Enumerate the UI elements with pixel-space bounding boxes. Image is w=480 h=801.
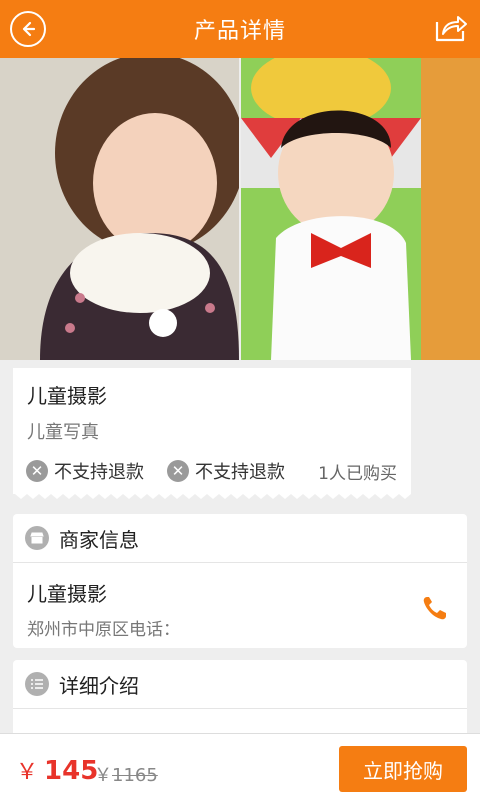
list-icon xyxy=(25,672,49,696)
product-summary-card: 儿童摄影 儿童写真 ✕ 不支持退款 ✕ 不支持退款 1人已购买 xyxy=(13,368,411,492)
no-refund-badge: ✕ 不支持退款 xyxy=(167,458,285,484)
purchase-count: 1人已购买 xyxy=(318,464,397,484)
current-price: ￥ 145 xyxy=(16,754,98,786)
product-subtitle: 儿童写真 xyxy=(27,422,99,443)
currency-symbol: ￥ xyxy=(16,760,39,785)
bottom-purchase-bar: ￥ 145 ￥1165 立即抢购 xyxy=(0,733,480,801)
top-bar: 产品详情 xyxy=(0,0,480,58)
back-button[interactable] xyxy=(10,11,46,47)
detail-section-header: 详细介绍 xyxy=(13,660,467,709)
child-photo-image xyxy=(0,58,239,360)
product-photo-1[interactable] xyxy=(0,58,239,360)
product-photo-2[interactable] xyxy=(241,58,480,360)
product-gallery[interactable] xyxy=(0,58,480,360)
badge-label: 不支持退款 xyxy=(54,462,144,483)
currency-symbol: ￥ xyxy=(94,765,112,786)
merchant-address: 郑州市中原区电话： xyxy=(27,620,180,640)
no-refund-badge: ✕ 不支持退款 xyxy=(26,458,144,484)
merchant-section-header: 商家信息 xyxy=(13,514,467,563)
section-title: 商家信息 xyxy=(59,527,139,552)
price-value: 145 xyxy=(44,756,99,786)
child-photo-image xyxy=(241,58,480,360)
buy-now-button[interactable]: 立即抢购 xyxy=(339,746,467,792)
merchant-name: 儿童摄影 xyxy=(27,582,107,606)
zigzag-edge xyxy=(13,492,411,499)
store-icon xyxy=(25,526,49,550)
arrow-left-icon xyxy=(22,21,36,37)
phone-icon xyxy=(423,597,446,620)
original-price: ￥1165 xyxy=(94,761,158,787)
share-button[interactable] xyxy=(434,13,468,43)
original-price-value: 1165 xyxy=(112,765,158,786)
merchant-card: 商家信息 儿童摄影 郑州市中原区电话： xyxy=(13,514,467,648)
call-button[interactable] xyxy=(421,594,449,622)
close-icon: ✕ xyxy=(26,460,48,482)
page-title: 产品详情 xyxy=(193,19,286,44)
product-name: 儿童摄影 xyxy=(27,384,107,408)
badge-label: 不支持退款 xyxy=(195,462,285,483)
share-icon xyxy=(435,16,467,42)
close-icon: ✕ xyxy=(167,460,189,482)
section-title: 详细介绍 xyxy=(59,673,139,698)
